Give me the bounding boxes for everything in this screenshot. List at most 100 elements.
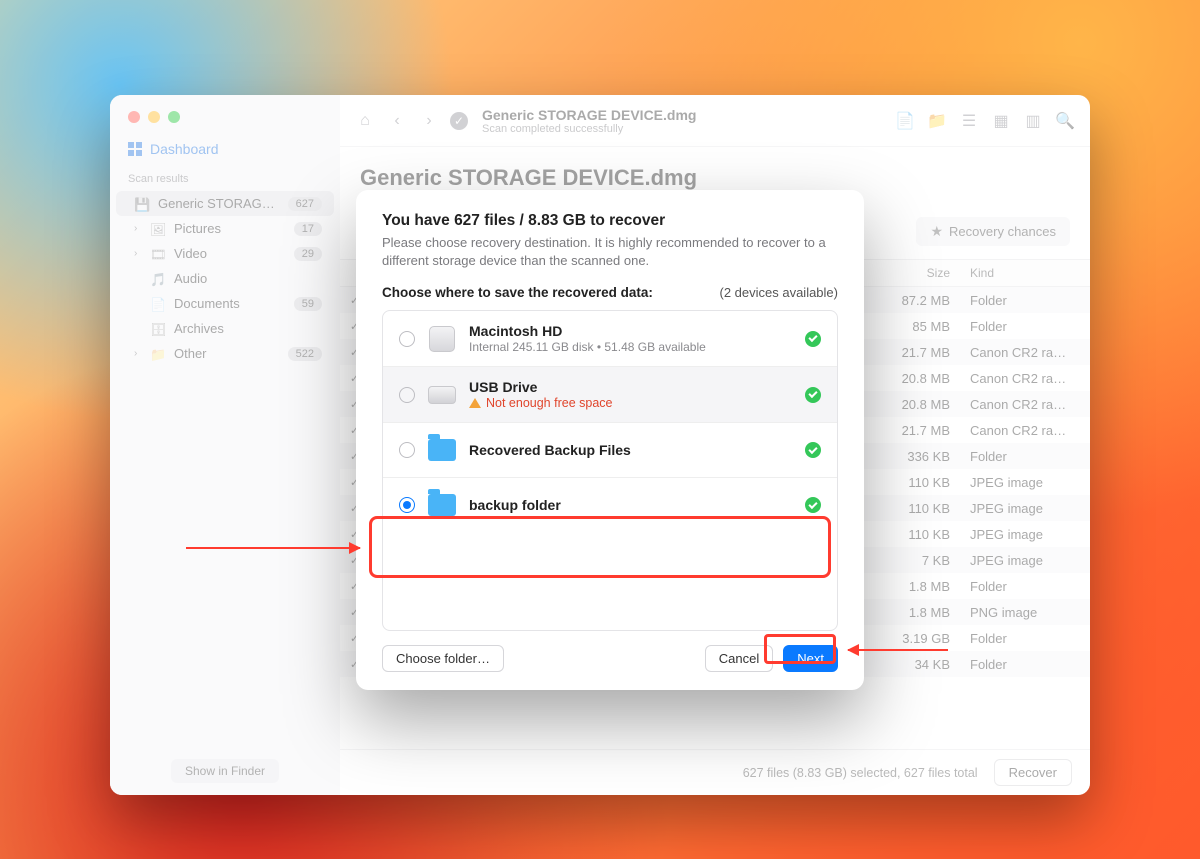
grid-view-icon[interactable]: ▦ xyxy=(990,110,1012,132)
ok-icon xyxy=(805,331,821,347)
destination-backup-folder[interactable]: backup folder xyxy=(383,477,837,532)
warning-icon xyxy=(469,398,481,408)
row-size: 20.8 MB xyxy=(850,367,960,390)
folder-icon xyxy=(427,490,457,520)
ok-icon xyxy=(805,497,821,513)
row-kind: Folder xyxy=(960,575,1090,598)
sidebar-item-other[interactable]: › 📁 Other 522 xyxy=(116,341,334,366)
sidebar-dashboard[interactable]: Dashboard xyxy=(110,133,340,173)
destination-list: Macintosh HD Internal 245.11 GB disk • 5… xyxy=(382,310,838,631)
row-kind: Canon CR2 ra… xyxy=(960,419,1090,442)
col-kind[interactable]: Kind xyxy=(960,260,1090,286)
show-in-finder-button[interactable]: Show in Finder xyxy=(171,759,279,783)
toolbar-title-text: Generic STORAGE DEVICE.dmg xyxy=(482,107,696,123)
sidebar-item-audio[interactable]: 🎵 Audio xyxy=(116,266,334,291)
recovery-chances-button[interactable]: ★ Recovery chances xyxy=(916,217,1070,246)
other-icon: 📁 xyxy=(150,347,166,361)
new-file-icon[interactable]: 📄 xyxy=(894,110,916,132)
zoom-icon[interactable] xyxy=(168,111,180,123)
row-size: 87.2 MB xyxy=(850,289,960,312)
row-size: 336 KB xyxy=(850,445,960,468)
row-size: 110 KB xyxy=(850,471,960,494)
pictures-icon: 🖼 xyxy=(150,222,166,236)
archives-icon: 🗄 xyxy=(150,322,166,336)
row-kind: JPEG image xyxy=(960,471,1090,494)
close-icon[interactable] xyxy=(128,111,140,123)
minimize-icon[interactable] xyxy=(148,111,160,123)
audio-icon: 🎵 xyxy=(150,272,166,286)
recovery-chances-label: Recovery chances xyxy=(949,224,1056,239)
back-icon[interactable]: ‹ xyxy=(386,110,408,132)
row-size: 34 KB xyxy=(850,653,960,676)
row-kind: Canon CR2 ra… xyxy=(960,341,1090,364)
annotation-arrow-left xyxy=(186,547,360,549)
selection-summary: 627 files (8.83 GB) selected, 627 files … xyxy=(743,766,978,780)
destination-usb-drive[interactable]: USB Drive Not enough free space xyxy=(383,366,837,422)
sidebar-item-label: Generic STORAG… xyxy=(158,196,280,211)
recovery-destination-dialog: You have 627 files / 8.83 GB to recover … xyxy=(356,190,864,690)
row-size: 110 KB xyxy=(850,523,960,546)
video-icon: 🎞 xyxy=(150,247,166,261)
row-size: 21.7 MB xyxy=(850,419,960,442)
destination-name: Recovered Backup Files xyxy=(469,442,793,458)
columns-view-icon[interactable]: ▥ xyxy=(1022,110,1044,132)
toolbar-subtitle: Scan completed successfully xyxy=(482,123,696,135)
recover-button[interactable]: Recover xyxy=(994,759,1072,786)
page-title: Generic STORAGE DEVICE.dmg xyxy=(360,165,1070,191)
cancel-button[interactable]: Cancel xyxy=(705,645,773,672)
sidebar-item-documents[interactable]: 📄 Documents 59 xyxy=(116,291,334,316)
disk-icon: 💾 xyxy=(134,197,150,211)
usb-drive-icon xyxy=(427,380,457,410)
row-kind: JPEG image xyxy=(960,549,1090,572)
sidebar-item-device[interactable]: 💾 Generic STORAG… 627 xyxy=(116,191,334,216)
row-size: 21.7 MB xyxy=(850,341,960,364)
documents-icon: 📄 xyxy=(150,297,166,311)
col-size[interactable]: Size xyxy=(850,260,960,286)
destination-macintosh-hd[interactable]: Macintosh HD Internal 245.11 GB disk • 5… xyxy=(383,311,837,366)
row-kind: Folder xyxy=(960,315,1090,338)
count-badge: 59 xyxy=(294,297,322,311)
status-complete-icon: ✓ xyxy=(450,112,468,130)
sidebar-item-label: Other xyxy=(174,346,280,361)
star-icon: ★ xyxy=(930,223,943,240)
destination-name: backup folder xyxy=(469,497,793,513)
destination-name: Macintosh HD xyxy=(469,323,793,339)
row-kind: Canon CR2 ra… xyxy=(960,393,1090,416)
devices-available-label: (2 devices available) xyxy=(719,285,838,300)
row-size: 7 KB xyxy=(850,549,960,572)
dialog-subtext: Please choose recovery destination. It i… xyxy=(382,234,838,269)
search-icon[interactable]: 🔍 xyxy=(1054,110,1076,132)
row-kind: Folder xyxy=(960,653,1090,676)
ok-icon xyxy=(805,442,821,458)
destination-sub: Internal 245.11 GB disk • 51.48 GB avail… xyxy=(469,340,793,354)
radio-icon[interactable] xyxy=(399,497,415,513)
forward-icon[interactable]: › xyxy=(418,110,440,132)
choose-folder-button[interactable]: Choose folder… xyxy=(382,645,504,672)
toolbar-title: Generic STORAGE DEVICE.dmg Scan complete… xyxy=(482,107,696,135)
radio-icon[interactable] xyxy=(399,442,415,458)
row-kind: Folder xyxy=(960,627,1090,650)
sidebar-item-pictures[interactable]: › 🖼 Pictures 17 xyxy=(116,216,334,241)
sidebar-item-label: Pictures xyxy=(174,221,286,236)
destination-name: USB Drive xyxy=(469,379,793,395)
home-icon[interactable]: ⌂ xyxy=(354,110,376,132)
radio-icon[interactable] xyxy=(399,331,415,347)
choose-destination-label: Choose where to save the recovered data: xyxy=(382,285,653,300)
row-kind: Folder xyxy=(960,289,1090,312)
sidebar-section-title: Scan results xyxy=(110,173,340,191)
annotation-arrow-right xyxy=(848,649,948,651)
sidebar-item-label: Video xyxy=(174,246,286,261)
folder-icon[interactable]: 📁 xyxy=(926,110,948,132)
chevron-right-icon: › xyxy=(134,248,142,259)
next-button[interactable]: Next xyxy=(783,645,838,672)
list-view-icon[interactable]: ☰ xyxy=(958,110,980,132)
sidebar-item-video[interactable]: › 🎞 Video 29 xyxy=(116,241,334,266)
dialog-heading: You have 627 files / 8.83 GB to recover xyxy=(382,212,838,230)
sidebar-item-archives[interactable]: 🗄 Archives xyxy=(116,316,334,341)
destination-error: Not enough free space xyxy=(469,396,793,410)
count-badge: 17 xyxy=(294,222,322,236)
count-badge: 627 xyxy=(288,197,322,211)
row-size: 3.19 GB xyxy=(850,627,960,650)
destination-recovered-backup[interactable]: Recovered Backup Files xyxy=(383,422,837,477)
radio-icon[interactable] xyxy=(399,387,415,403)
